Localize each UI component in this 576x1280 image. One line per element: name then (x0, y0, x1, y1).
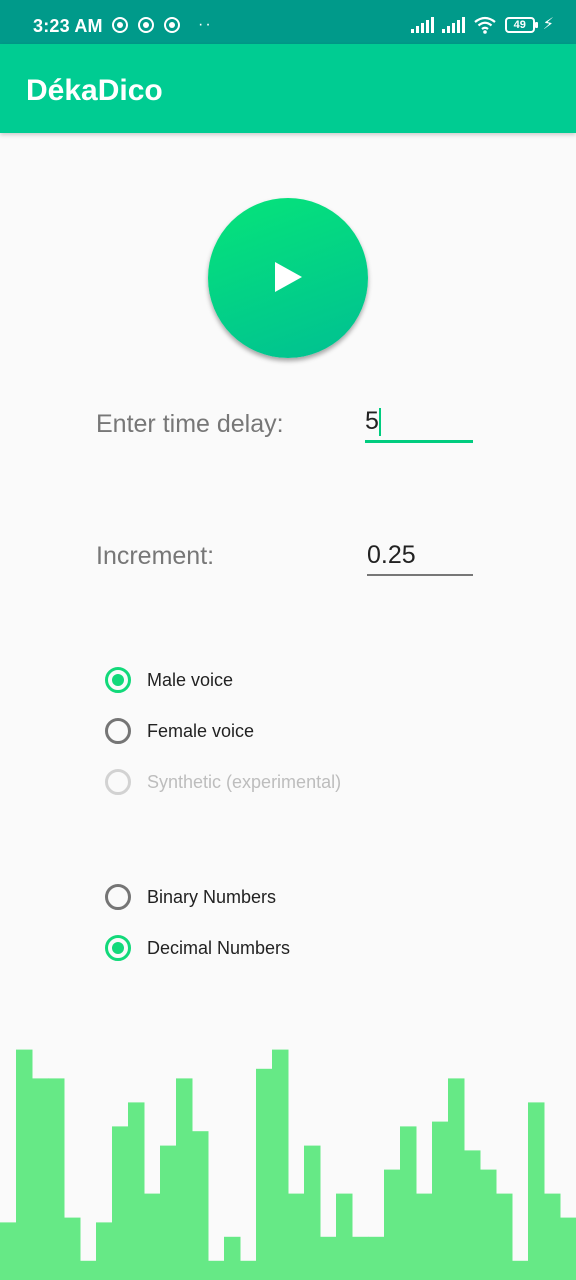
cellular-signal-icon (441, 17, 465, 33)
charging-icon: ⚡ (542, 16, 554, 33)
radio-synthetic-voice: Synthetic (experimental) (105, 765, 341, 799)
visualizer-bar (112, 1126, 129, 1280)
cellular-signal-icon (410, 17, 434, 33)
visualizer-bar (272, 1049, 289, 1280)
notification-app-icon (138, 17, 154, 33)
visualizer-bar (32, 1078, 49, 1280)
more-notifications-icon: ·· (198, 16, 213, 33)
visualizer-bar (544, 1193, 561, 1280)
visualizer-bar (528, 1102, 545, 1280)
visualizer-bar (320, 1236, 337, 1280)
radio-binary-numbers[interactable]: Binary Numbers (105, 880, 276, 914)
radio-button-icon (105, 667, 131, 693)
radio-button-icon (105, 718, 131, 744)
audio-visualizer (0, 1049, 576, 1280)
radio-decimal-numbers[interactable]: Decimal Numbers (105, 931, 290, 965)
app-title: DékaDico (26, 74, 163, 107)
visualizer-bar (224, 1236, 241, 1280)
visualizer-bar (304, 1145, 321, 1280)
notification-app-icon (112, 17, 128, 33)
radio-label: Male voice (147, 669, 234, 690)
app-bar: DékaDico (0, 44, 576, 133)
visualizer-bar (64, 1217, 81, 1280)
status-system-icons: 49 ⚡ (410, 16, 554, 34)
play-icon (275, 262, 302, 292)
visualizer-bar (496, 1193, 513, 1280)
visualizer-bar (384, 1169, 401, 1280)
text-cursor (378, 408, 381, 437)
visualizer-bar (336, 1193, 353, 1280)
visualizer-bar (240, 1260, 257, 1280)
radio-button-icon (105, 935, 131, 961)
visualizer-bar (144, 1193, 161, 1280)
notification-app-icon (164, 17, 180, 33)
wifi-icon (474, 16, 496, 34)
visualizer-bar (176, 1078, 193, 1280)
visualizer-bar (96, 1222, 113, 1280)
visualizer-bar (480, 1169, 497, 1280)
visualizer-bar (128, 1102, 145, 1280)
visualizer-bar (256, 1068, 273, 1280)
visualizer-bar (448, 1078, 465, 1280)
radio-button-icon (105, 769, 131, 795)
time-delay-input[interactable]: 5 (365, 406, 473, 443)
time-delay-value: 5 (365, 407, 379, 435)
visualizer-bar (48, 1078, 65, 1280)
status-bar: 3:23 AM ·· 49 ⚡ (0, 0, 576, 44)
radio-label: Decimal Numbers (147, 937, 291, 958)
increment-value: 0.25 (367, 541, 416, 569)
status-time: 3:23 AM (33, 16, 103, 36)
visualizer-bar (400, 1126, 417, 1280)
visualizer-bar (416, 1193, 433, 1280)
radio-button-icon (105, 884, 131, 910)
visualizer-bar (512, 1260, 529, 1280)
increment-input[interactable]: 0.25 (367, 540, 473, 576)
visualizer-bar (288, 1193, 305, 1280)
radio-label: Synthetic (experimental) (147, 771, 342, 792)
visualizer-bar (0, 1222, 17, 1280)
visualizer-bar (160, 1145, 177, 1280)
visualizer-bar (432, 1121, 449, 1280)
visualizer-bar (80, 1260, 97, 1280)
visualizer-bar (208, 1260, 225, 1280)
visualizer-bar (464, 1150, 481, 1280)
radio-female-voice[interactable]: Female voice (105, 714, 254, 748)
increment-label: Increment: (96, 542, 215, 570)
status-notification-icons: ·· (112, 16, 213, 34)
time-delay-label: Enter time delay: (96, 410, 284, 438)
radio-label: Female voice (147, 720, 255, 741)
visualizer-bar (352, 1236, 369, 1280)
visualizer-bar (368, 1236, 385, 1280)
battery-icon: 49 (504, 17, 538, 33)
visualizer-bar (16, 1049, 33, 1280)
visualizer-bar (560, 1217, 576, 1280)
visualizer-bar (192, 1131, 209, 1280)
radio-male-voice[interactable]: Male voice (105, 663, 233, 697)
radio-label: Binary Numbers (147, 886, 277, 907)
